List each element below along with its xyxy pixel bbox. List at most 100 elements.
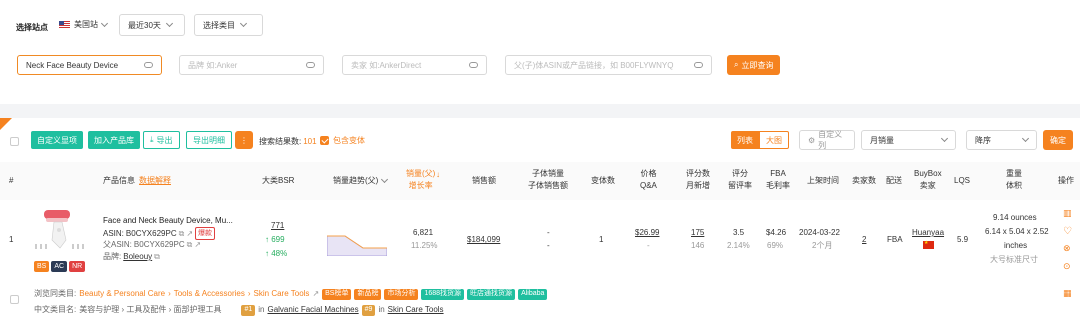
rank-badge-1: #1 xyxy=(241,304,256,316)
brand-input[interactable]: 品牌 如:Anker xyxy=(179,55,324,75)
bsr-pct: ↑ 48% xyxy=(265,249,288,258)
view-list-button[interactable]: 列表 xyxy=(731,131,759,149)
rank-badge-2: #9 xyxy=(361,304,376,316)
copy-icon[interactable]: ⧉ xyxy=(187,239,193,250)
include-variants-toggle[interactable]: 包含变体 xyxy=(320,135,365,146)
parent-asin-value[interactable]: B0CYX629PC xyxy=(134,239,185,250)
rank-category-1[interactable]: Galvanic Facial Machines xyxy=(267,304,358,316)
copy-icon[interactable]: ⧉ xyxy=(179,228,185,239)
cloud-icon[interactable] xyxy=(694,62,703,68)
heart-icon[interactable]: ♡ xyxy=(1063,226,1072,237)
col-sales-parent[interactable]: 销量(父) 增长率 xyxy=(406,168,435,192)
col-revenue[interactable]: 销售额 xyxy=(472,175,496,187)
cloud-icon[interactable] xyxy=(144,62,153,68)
revenue-value[interactable]: $184,099 xyxy=(467,234,500,246)
seller-input[interactable]: 卖家 如:AnkerDirect xyxy=(342,55,487,75)
col-volume-label: 体积 xyxy=(1006,181,1022,190)
row-checkbox[interactable] xyxy=(10,295,19,304)
more-icon[interactable]: ⊙ xyxy=(1063,261,1071,272)
col-child-sales-label: 子体销量 xyxy=(532,169,564,178)
delivery-value: FBA xyxy=(887,235,903,244)
data-explain-link[interactable]: 数据解释 xyxy=(139,175,171,186)
add-to-library-button[interactable]: 加入产品库 xyxy=(88,131,140,149)
tag-bs-list[interactable]: BS榜单 xyxy=(322,288,352,300)
col-sales-trend[interactable]: 销量趋势(父) xyxy=(333,175,389,186)
col-price-label: 价格 xyxy=(640,169,657,178)
category-link-2[interactable]: Tools & Accessories xyxy=(174,288,245,300)
category-select[interactable]: 选择类目 xyxy=(194,14,263,36)
target-icon[interactable]: ⊗ xyxy=(1063,243,1071,254)
tag-1688[interactable]: 1688找货源 xyxy=(421,288,465,300)
col-variants[interactable]: 变体数 xyxy=(591,175,615,187)
bar-chart-icon[interactable]: ▥ xyxy=(1063,208,1072,219)
col-reviews[interactable]: 评分数 月新增 xyxy=(686,168,710,192)
external-link-icon[interactable]: ↗ xyxy=(312,288,319,300)
browse-label: 浏览同类目: xyxy=(34,289,77,298)
tag-wangdiantong[interactable]: 旺店通找货源 xyxy=(467,288,516,300)
category-link-1[interactable]: Beauty & Personal Care xyxy=(79,288,165,300)
col-rating-label: 评分 xyxy=(732,169,748,178)
asin-value[interactable]: B0CYX629PC xyxy=(126,228,177,239)
cloud-icon[interactable] xyxy=(469,62,478,68)
col-reviews-label: 评分数 xyxy=(686,169,710,178)
col-child[interactable]: 子体销量 子体销售额 xyxy=(528,168,568,192)
sales-trend-chart[interactable] xyxy=(327,222,387,256)
brand-value[interactable]: Boleouy xyxy=(123,251,152,262)
price-value[interactable]: $26.99 xyxy=(635,227,659,239)
export-detail-button[interactable]: 导出明细 xyxy=(186,131,232,149)
tag-market-analysis[interactable]: 市场分析 xyxy=(384,288,419,300)
view-grid-button[interactable]: 大图 xyxy=(759,131,789,149)
rank-category-2[interactable]: Skin Care Tools xyxy=(388,304,444,316)
col-listed[interactable]: 上架时间 xyxy=(807,175,839,187)
chevron-down-icon xyxy=(940,134,949,143)
select-all-checkbox[interactable] xyxy=(10,137,19,146)
product-title[interactable]: Face and Neck Beauty Device, Mu... xyxy=(103,215,233,226)
asin-input[interactable]: 父(子)体ASIN或产品链接，如 B00FLYWNYQ xyxy=(505,55,712,75)
buybox-seller-value[interactable]: Huanyaa xyxy=(912,227,944,239)
parent-asin-label: 父ASIN: xyxy=(103,240,132,249)
chevron-down-icon xyxy=(165,19,173,28)
sort-order-select[interactable]: 降序 xyxy=(966,130,1037,150)
include-variants-checkbox[interactable] xyxy=(320,136,329,145)
tag-new-list[interactable]: 新品榜 xyxy=(354,288,382,300)
view-switch[interactable]: 列表 大图 xyxy=(731,131,789,149)
bsr-value[interactable]: 771 xyxy=(271,220,284,232)
col-lqs[interactable]: LQS xyxy=(954,175,970,187)
export-button[interactable]: ⤓ 导出 xyxy=(143,131,180,149)
category-link-3[interactable]: Skin Care Tools xyxy=(254,288,310,300)
col-buybox-seller-label: 卖家 xyxy=(919,181,936,190)
keyword-input[interactable]: Neck Face Beauty Device xyxy=(17,55,162,75)
external-link-icon[interactable]: ↗ xyxy=(186,228,193,239)
custom-display-button[interactable]: 自定义显项 xyxy=(31,131,83,149)
row-index: 1 xyxy=(9,235,14,244)
result-count: 搜索结果数: 101 xyxy=(259,136,317,147)
product-image[interactable] xyxy=(32,208,88,254)
sort-field-select[interactable]: 月销量 xyxy=(861,130,956,150)
col-price[interactable]: 价格 Q&A xyxy=(640,168,657,192)
col-index: # xyxy=(9,176,14,185)
period-select[interactable]: 最近30天 xyxy=(119,14,185,36)
us-flag-icon xyxy=(59,20,70,29)
col-rating[interactable]: 评分 留评率 xyxy=(728,168,752,192)
cloud-icon[interactable] xyxy=(306,62,315,68)
tag-alibaba[interactable]: Alibaba xyxy=(518,288,548,300)
col-sellers[interactable]: 卖家数 xyxy=(852,175,876,187)
col-fba[interactable]: FBA 毛利率 xyxy=(766,168,790,192)
copy-icon[interactable]: ⧉ xyxy=(154,251,160,262)
col-child-revenue-label: 子体销售额 xyxy=(528,181,568,190)
result-label: 搜索结果数: xyxy=(259,137,302,146)
col-bsr[interactable]: 大类BSR xyxy=(262,175,294,187)
custom-columns-button[interactable]: ⚙ 自定义列 xyxy=(799,130,855,150)
confirm-button[interactable]: 确定 xyxy=(1043,130,1073,150)
reviews-value[interactable]: 175 xyxy=(691,227,704,239)
more-menu-button[interactable]: ⋮ xyxy=(235,131,253,149)
site-select[interactable]: 美国站 xyxy=(59,19,109,30)
search-button[interactable]: ⌕ 立即查询 xyxy=(727,55,781,75)
export-label: 导出 xyxy=(156,135,173,145)
sellers-value[interactable]: 2 xyxy=(862,234,866,246)
weight-value: 9.14 ounces xyxy=(993,213,1037,222)
calculator-icon[interactable]: ▦ xyxy=(1063,288,1072,299)
variants-value: 1 xyxy=(599,235,604,244)
external-link-icon[interactable]: ↗ xyxy=(194,239,201,250)
listed-value: 2024-03-22 xyxy=(799,228,840,237)
